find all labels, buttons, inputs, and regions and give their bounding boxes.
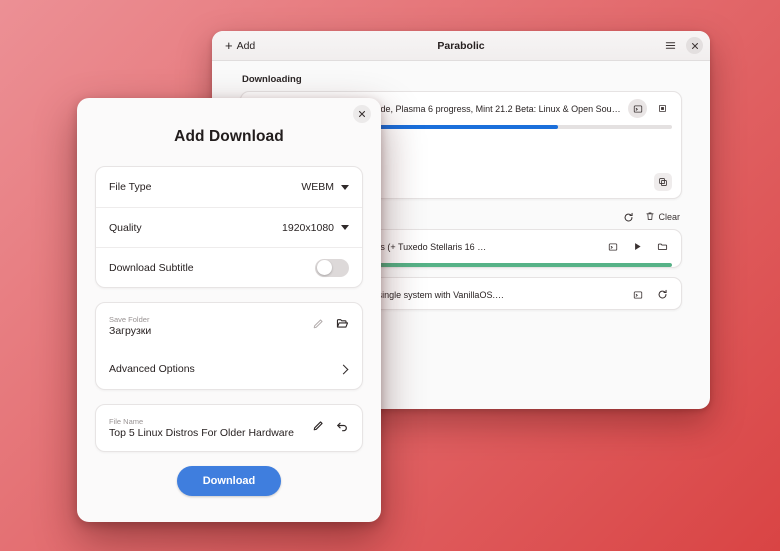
refresh-icon[interactable] — [653, 285, 672, 304]
file-name-value: Top 5 Linux Distros For Older Hardware — [109, 427, 294, 440]
trash-icon — [645, 211, 655, 223]
downloading-section-label: Downloading — [242, 74, 302, 85]
file-type-value: WEBM — [301, 181, 334, 193]
terminal-log-icon[interactable] — [628, 285, 647, 304]
terminal-log-icon[interactable] — [603, 237, 622, 256]
hamburger-menu-icon[interactable] — [662, 37, 679, 54]
file-name-actions — [304, 419, 349, 437]
add-button-label: Add — [236, 39, 256, 52]
quality-value: 1920x1080 — [282, 221, 334, 234]
quality-row[interactable]: Quality 1920x1080 — [96, 207, 362, 247]
clear-label: Clear — [658, 212, 680, 222]
pencil-icon[interactable] — [312, 317, 324, 335]
copy-icon[interactable] — [654, 173, 672, 191]
file-name-group: File Name Top 5 Linux Distros For Older … — [95, 404, 363, 452]
add-download-dialog: Add Download File Type WEBM Quality 1920… — [77, 98, 381, 522]
save-folder-caption: Save Folder — [109, 314, 150, 324]
quality-label: Quality — [109, 221, 142, 234]
chevron-right-icon — [338, 364, 349, 374]
download-subtitle-row[interactable]: Download Subtitle — [96, 247, 362, 287]
download-subtitle-toggle[interactable] — [315, 258, 349, 277]
download-options-group: File Type WEBM Quality 1920x1080 Downloa… — [95, 166, 363, 288]
save-folder-text: Save Folder Загрузки — [109, 315, 304, 338]
file-name-text: File Name Top 5 Linux Distros For Older … — [109, 417, 304, 440]
download-progress-fill — [368, 125, 559, 129]
clear-button[interactable]: Clear — [645, 211, 680, 223]
file-name-row[interactable]: File Name Top 5 Linux Distros For Older … — [96, 405, 362, 451]
close-icon[interactable] — [686, 37, 703, 54]
file-type-row[interactable]: File Type WEBM — [96, 167, 362, 207]
window-title: Parabolic — [437, 39, 485, 52]
stop-icon[interactable] — [653, 99, 672, 118]
plus-icon: + — [225, 38, 233, 53]
save-folder-row[interactable]: Save Folder Загрузки — [96, 303, 362, 349]
toggle-knob — [316, 260, 332, 275]
chevron-down-icon — [341, 225, 349, 230]
folder-options-group: Save Folder Загрузки Advanced Options — [95, 302, 363, 390]
play-icon[interactable] — [628, 237, 647, 256]
download-button-wrap: Download — [77, 466, 381, 496]
download-actions — [628, 285, 672, 304]
window-controls — [662, 37, 703, 54]
advanced-options-row[interactable]: Advanced Options — [96, 349, 362, 389]
file-type-label: File Type — [109, 181, 152, 193]
chevron-down-icon — [341, 184, 349, 190]
download-button[interactable]: Download — [176, 466, 282, 496]
file-name-caption: File Name — [109, 416, 144, 426]
save-folder-actions — [304, 317, 349, 335]
terminal-log-icon[interactable] — [628, 99, 647, 118]
download-subtitle-label: Download Subtitle — [109, 261, 194, 274]
save-folder-value: Загрузки — [109, 325, 152, 338]
undo-arrow-icon[interactable] — [336, 419, 349, 437]
download-actions — [603, 237, 672, 256]
refresh-icon[interactable] — [623, 212, 634, 223]
download-actions — [628, 99, 672, 118]
advanced-options-label: Advanced Options — [109, 363, 195, 375]
pencil-icon[interactable] — [312, 419, 324, 437]
add-download-button[interactable]: + Add — [219, 37, 261, 54]
folder-icon[interactable] — [653, 237, 672, 256]
close-icon[interactable] — [353, 105, 371, 123]
open-folder-icon[interactable] — [336, 317, 349, 335]
window-headerbar: + Add Parabolic — [212, 31, 710, 61]
page-title: Add Download — [174, 128, 284, 145]
